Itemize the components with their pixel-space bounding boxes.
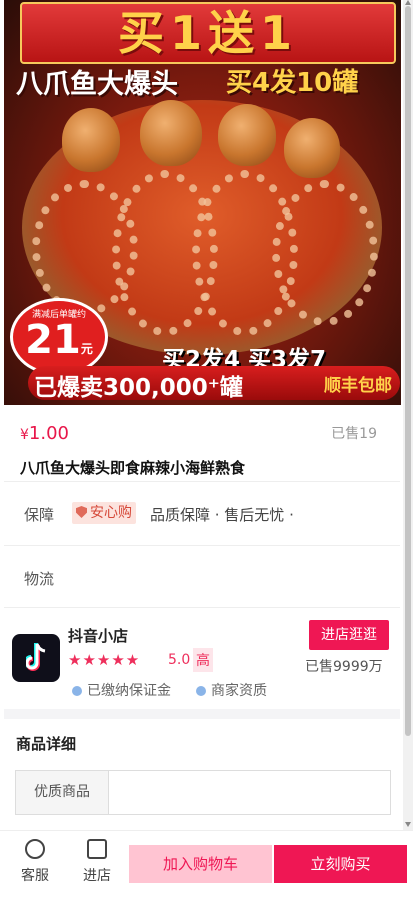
product-title: 八爪鱼大爆头即食麻辣小海鲜熟食: [20, 459, 246, 477]
guarantee-text[interactable]: 品质保障 · 售后无忧 ·: [150, 504, 294, 525]
octopus-head: [62, 108, 120, 172]
section-gap: [4, 709, 400, 719]
customer-service-label: 客服: [21, 868, 49, 884]
store-label: 进店: [83, 868, 111, 884]
logistics-label[interactable]: 物流: [24, 568, 54, 589]
promo-product-name: 八爪鱼大爆头: [16, 69, 178, 100]
sales-count-text: 已爆卖300,000⁺罐: [34, 375, 243, 401]
deposit-text: 已缴纳保证金: [87, 683, 171, 699]
scroll-up-icon[interactable]: [405, 0, 411, 5]
product-price: ¥1.00: [20, 423, 69, 444]
shop-name[interactable]: 抖音小店: [68, 625, 128, 646]
douyin-logo-icon: [26, 643, 46, 671]
store-button[interactable]: 进店: [74, 837, 120, 885]
shop-rating-value: 5.0: [168, 652, 191, 668]
promo-bottom-banner: 已爆卖300,000⁺罐 顺丰包邮: [28, 366, 400, 401]
shop-rating-tag: 高: [193, 648, 213, 672]
divider: [4, 607, 400, 608]
details-table: 优质商品: [15, 770, 391, 815]
octopus-head: [284, 118, 340, 178]
buy-now-button[interactable]: 立刻购买: [274, 845, 407, 883]
person-badge-icon: [196, 686, 206, 696]
anxin-badge-text: 安心购: [90, 505, 132, 521]
currency-symbol: ¥: [20, 427, 29, 443]
customer-service-button[interactable]: 客服: [12, 837, 58, 885]
divider: [4, 545, 400, 546]
product-main-image[interactable]: 买1送1 八爪鱼大爆头 买4发10罐 满减后单罐约 21元 买2发4 买3发7 …: [4, 0, 401, 405]
promo-price-badge: 满减后单罐约 21元: [10, 298, 108, 376]
shop-logo[interactable]: [12, 634, 60, 682]
visit-store-button[interactable]: 进店逛逛: [309, 620, 389, 650]
medal-icon: [72, 686, 82, 696]
octopus-head: [218, 104, 276, 166]
bottom-action-bar: 客服 进店 加入购物车 立刻购买: [0, 830, 413, 898]
merchant-text: 商家资质: [211, 683, 267, 699]
merchant-credential: 商家资质: [196, 680, 267, 700]
quality-label: 优质商品: [16, 771, 109, 814]
sold-count: 已售19: [331, 426, 377, 442]
octopus-head: [140, 100, 202, 166]
promo-top-banner: 买1送1: [20, 2, 396, 64]
tentacle: [272, 180, 378, 326]
badge-price: 21: [25, 317, 81, 363]
scrollbar[interactable]: [403, 0, 413, 830]
guarantee-label: 保障: [24, 506, 55, 524]
free-shipping-text: 顺丰包邮: [324, 376, 392, 396]
store-icon: [87, 839, 107, 859]
shop-rating-stars: ★★★★★: [68, 651, 141, 669]
shield-icon: [76, 506, 87, 518]
badge-unit: 元: [80, 342, 93, 356]
promo-top-text: 买1送1: [117, 6, 298, 60]
add-to-cart-button[interactable]: 加入购物车: [129, 845, 272, 883]
price-value: 1.00: [28, 423, 69, 444]
scrollbar-thumb[interactable]: [405, 6, 411, 736]
deposit-credential: 已缴纳保证金: [72, 680, 171, 700]
details-heading: 商品详细: [16, 735, 77, 753]
anxin-badge[interactable]: 安心购: [72, 502, 136, 524]
promo-offer: 买4发10罐: [226, 68, 359, 98]
divider: [4, 481, 400, 482]
scroll-down-icon[interactable]: [405, 822, 411, 827]
headset-icon: [25, 839, 45, 859]
shop-sold-count: 已售9999万: [305, 659, 383, 675]
